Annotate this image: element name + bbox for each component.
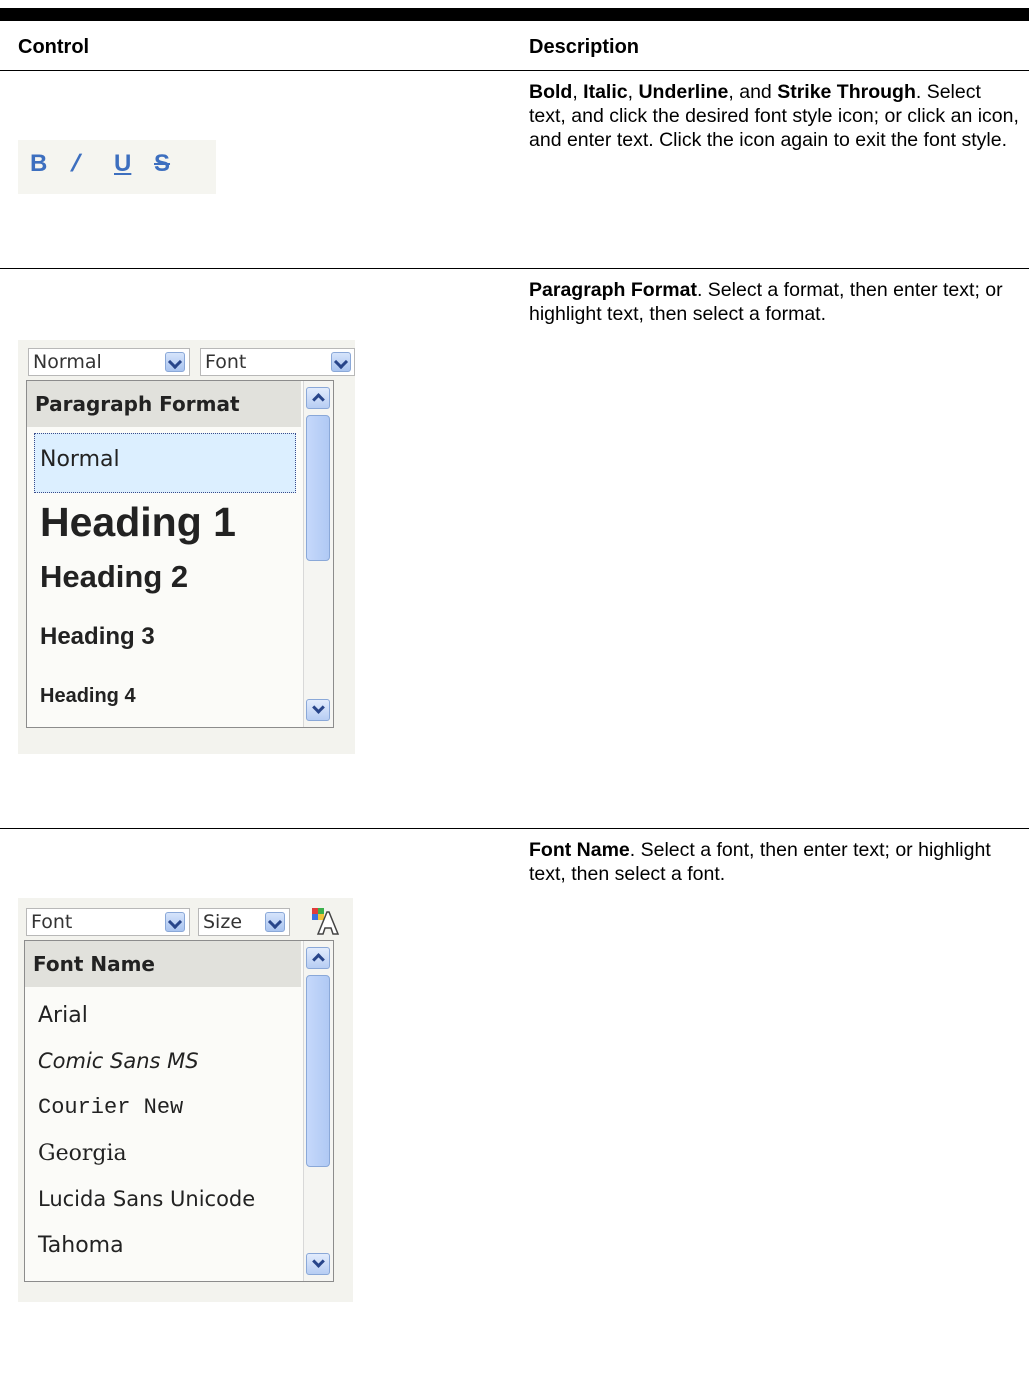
strikethrough-term: Strike Through [777,81,916,103]
scrollbar[interactable] [303,941,333,1281]
scroll-up-icon[interactable] [306,387,330,409]
list-item[interactable]: Arial [38,1003,88,1028]
combo-value: Font [31,911,73,933]
paragraph-format-term: Paragraph Format [529,279,697,301]
font-name-term: Font Name [529,839,630,861]
list-header: Paragraph Format [27,381,301,427]
row-divider [0,828,1029,829]
underline-term: Underline [638,81,729,103]
row-divider [0,268,1029,269]
chevron-down-icon[interactable] [165,352,185,372]
separator: , [627,81,639,103]
list-item[interactable]: Courier New [38,1095,183,1120]
font-combo[interactable]: Font [26,908,190,936]
list-item[interactable]: Georgia [38,1141,127,1166]
list-item[interactable]: Comic Sans MS [38,1049,199,1073]
list-header: Font Name [25,941,301,987]
header-divider [0,70,1029,71]
italic-icon[interactable]: / [70,150,80,178]
chevron-down-icon[interactable] [331,352,351,372]
chevron-down-icon[interactable] [265,912,285,932]
list-item[interactable]: Heading 3 [40,623,155,651]
list-item[interactable]: Tahoma [38,1233,124,1258]
scrollbar[interactable] [303,381,333,727]
scroll-up-icon[interactable] [306,947,330,969]
paragraph-format-screenshot: Normal Font Paragraph Format Normal Head… [18,340,355,754]
list-item[interactable]: Heading 2 [40,559,188,595]
combo-value: Font [205,351,247,373]
size-combo[interactable]: Size [198,908,290,936]
separator: , and [728,81,778,103]
paragraph-format-list: Paragraph Format Normal Heading 1 Headin… [26,380,334,728]
bold-icon[interactable]: B [30,150,47,178]
font-name-list: Font Name Arial Comic Sans MS Courier Ne… [24,940,334,1282]
list-item[interactable]: Normal [40,447,120,472]
chevron-down-icon[interactable] [165,912,185,932]
scroll-down-icon[interactable] [306,699,330,721]
bold-term: Bold [529,81,573,103]
column-header-control: Control [18,36,90,58]
combo-value: Normal [33,351,102,373]
scrollbar-thumb[interactable] [306,975,330,1167]
italic-term: Italic [583,81,628,103]
separator: , [572,81,584,103]
combo-value: Size [203,911,243,933]
font-combo[interactable]: Font [200,348,355,376]
scroll-down-icon[interactable] [306,1253,330,1275]
list-item[interactable]: Heading 4 [40,685,136,708]
underline-icon[interactable]: U [114,150,131,178]
column-header-description: Description [529,36,640,58]
list-item[interactable]: Lucida Sans Unicode [38,1187,255,1211]
scrollbar-thumb[interactable] [306,415,330,561]
font-style-toolbar: B / U S [18,140,216,194]
strikethrough-icon[interactable]: S [154,150,170,178]
table-top-rule [0,8,1029,21]
row2-description: Paragraph Format. Select a format, then … [529,278,1019,326]
paragraph-format-combo[interactable]: Normal [28,348,190,376]
text-color-icon[interactable] [310,906,340,936]
row1-description: Bold, Italic, Underline, and Strike Thro… [529,80,1019,152]
row3-description: Font Name. Select a font, then enter tex… [529,838,1019,886]
font-name-screenshot: Font Size Font Name Arial Comic Sans MS … [18,898,353,1302]
list-item[interactable]: Heading 1 [40,499,236,546]
